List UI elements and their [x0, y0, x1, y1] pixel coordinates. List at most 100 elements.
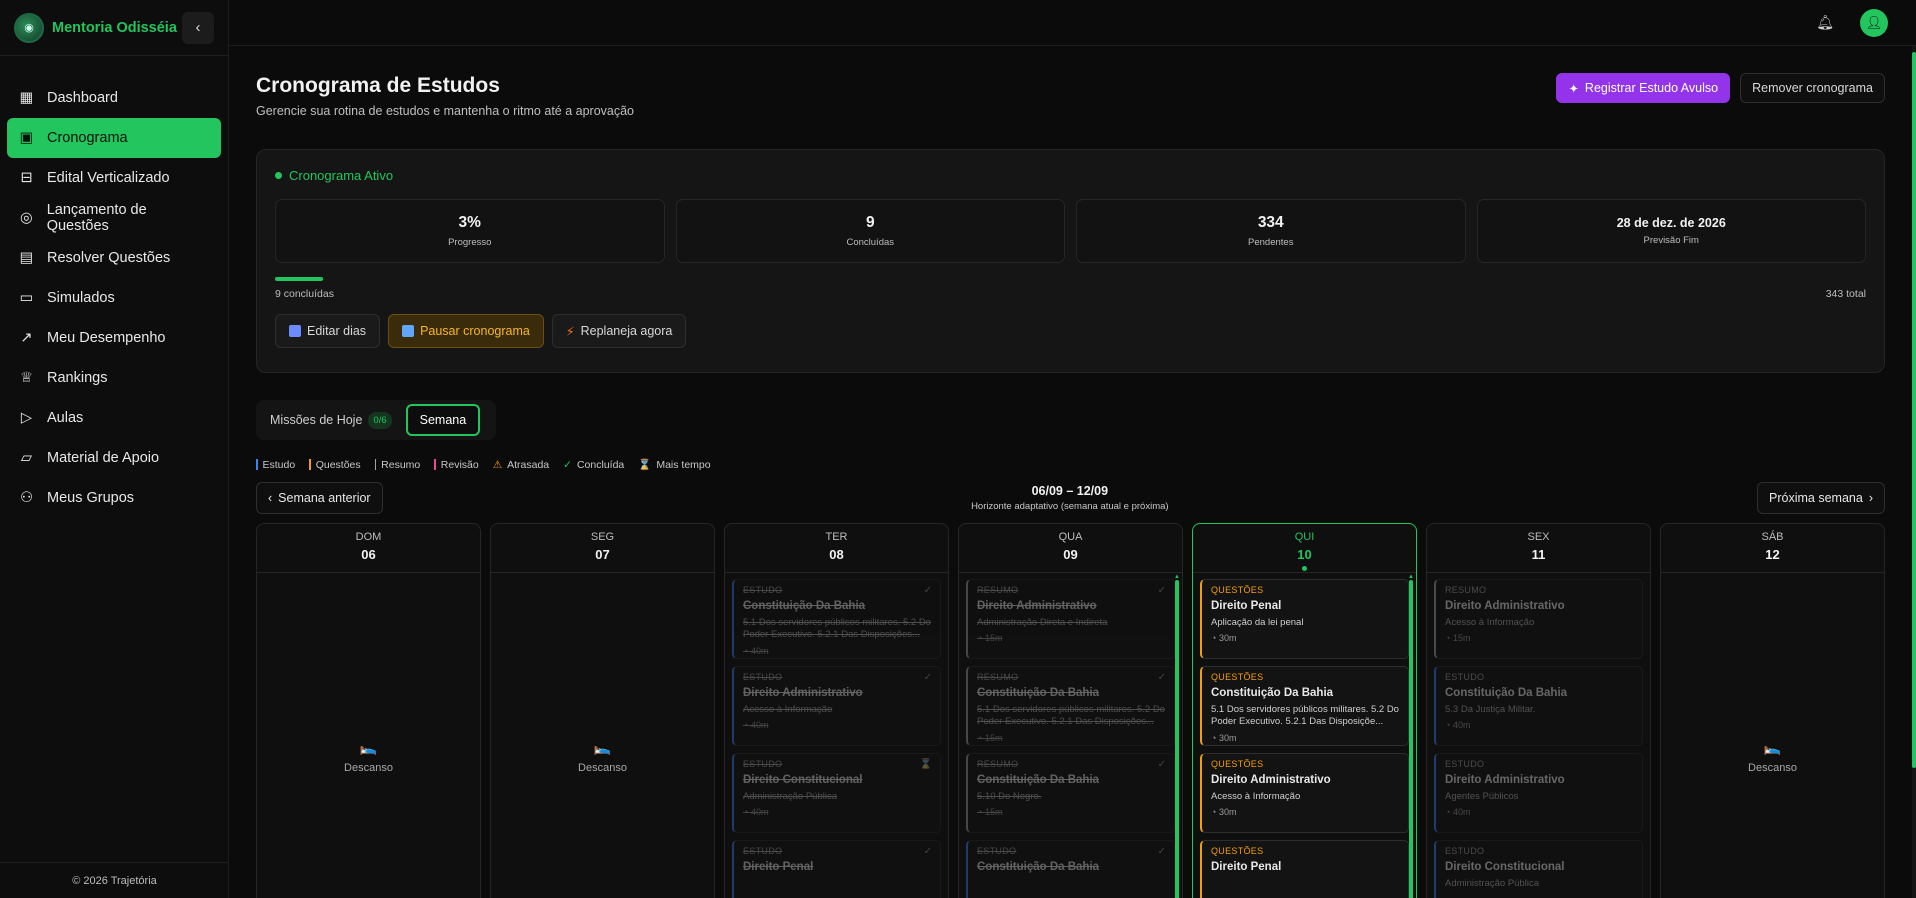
task-kind: ESTUDO: [743, 672, 783, 682]
task-card[interactable]: QUESTÕES Direito Administrativo Acesso à I…: [1200, 753, 1409, 833]
task-kind: ESTUDO: [743, 585, 783, 595]
bell-icon[interactable]: 🔔︎: [1816, 14, 1834, 31]
task-card[interactable]: ESTUDO Constituição Da Bahia 5.1 Dos servi…: [732, 579, 941, 659]
page-scrollbar-thumb[interactable]: [1912, 52, 1916, 768]
clock-icon: ◔: [743, 720, 751, 731]
remove-schedule-button[interactable]: Remover cronograma: [1740, 73, 1885, 103]
total-count: 343 total: [1825, 288, 1866, 300]
avatar[interactable]: 👤︎: [1860, 8, 1888, 37]
task-card[interactable]: ESTUDO Direito Constitucional Administraçã…: [1434, 840, 1643, 898]
rest-day: 🛌 Descanso: [491, 739, 714, 774]
page-title: Cronograma de Estudos: [256, 74, 500, 97]
stat-card: 3% Progresso: [275, 199, 665, 263]
task-topic: Administração Direta e Indireta: [977, 617, 1108, 628]
progress-fill: [275, 277, 323, 281]
stat-card: 9 Concluídas: [675, 199, 1065, 263]
dashboard-icon: ▦: [19, 90, 34, 106]
sidebar-footer: © 2026 Trajetória: [0, 862, 229, 898]
task-kind: QUESTÕES: [1211, 585, 1264, 595]
day-scrollbar[interactable]: [1409, 580, 1413, 898]
sidebar-item-material-de-apoio[interactable]: ▱ Material de Apoio: [7, 438, 221, 478]
sidebar-item-meu-desempenho[interactable]: ↗ Meu Desempenho: [7, 318, 221, 358]
task-card[interactable]: RESUMO Constituição Da Bahia 5.1 Dos servi…: [966, 666, 1175, 746]
sidebar-item-label: Cronograma: [47, 130, 128, 146]
task-title: Constituição Da Bahia: [977, 687, 1100, 699]
check-icon: ✓: [923, 672, 932, 683]
legend-color-bar: [434, 459, 436, 470]
hourglass-icon: ⌛: [919, 759, 932, 770]
day-header: QUI 10: [1193, 524, 1416, 573]
clock-icon: ◔: [1445, 720, 1453, 731]
task-card[interactable]: ESTUDO Constituição Da Bahia 5.3 Da Justiç…: [1434, 666, 1643, 746]
sidebar-item-aulas[interactable]: ▷ Aulas: [7, 398, 221, 438]
task-kind: QUESTÕES: [1211, 672, 1264, 682]
pause-schedule-button[interactable]: Pausar cronograma: [388, 314, 544, 348]
video-icon: ▷: [20, 410, 33, 426]
stat-label: Pendentes: [1248, 237, 1294, 248]
sidebar-item-lan-amento-de-quest-es[interactable]: ◎ Lançamento de Questões: [7, 198, 221, 238]
sidebar-item-dashboard[interactable]: ▦ Dashboard: [7, 78, 221, 118]
day-column-seg: SEG 07 🛌 Descanso: [490, 523, 715, 898]
sidebar-item-rankings[interactable]: ♕ Rankings: [7, 358, 221, 398]
day-header: DOM 06: [257, 524, 480, 573]
sidebar-item-label: Material de Apoio: [47, 450, 160, 466]
task-topic: 5.10 Do Negro.: [977, 791, 1042, 802]
sidebar-item-resolver-quest-es[interactable]: ▤ Resolver Questões: [7, 238, 221, 278]
task-card[interactable]: QUESTÕES Direito Penal: [1200, 840, 1409, 898]
legend-color-bar: [374, 459, 377, 470]
sidebar-item-cronograma[interactable]: ▣ Cronograma: [7, 118, 221, 158]
register-study-button[interactable]: ✦ Registrar Estudo Avulso: [1556, 73, 1731, 103]
task-card[interactable]: RESUMO Direito Administrativo Administraçã…: [966, 579, 1175, 659]
task-title: Direito Constitucional: [1445, 861, 1565, 873]
sidebar-item-simulados[interactable]: ▭ Simulados: [7, 278, 221, 318]
tab-today-label: Missões de Hoje: [270, 413, 363, 427]
edit-days-button[interactable]: Editar dias: [275, 314, 381, 348]
clock-icon: ◔: [743, 807, 751, 818]
day-scrollbar[interactable]: [1175, 580, 1179, 898]
task-title: Constituição Da Bahia: [977, 774, 1100, 786]
day-number: 11: [1531, 547, 1546, 562]
replan-button[interactable]: ⚡︎ Replaneja agora: [551, 314, 687, 348]
tab-today-missions[interactable]: Missões de Hoje 0/6: [270, 411, 392, 429]
previous-week-button[interactable]: ‹ Semana anterior: [256, 482, 383, 514]
task-title: Direito Administrativo: [977, 600, 1097, 612]
chevron-right-icon: ›: [1868, 491, 1873, 505]
task-topic: Acesso à Informação: [1211, 791, 1301, 802]
task-card[interactable]: ESTUDO Constituição Da Bahia ✓: [966, 840, 1175, 898]
next-week-button[interactable]: Próxima semana ›: [1757, 482, 1885, 514]
chevron-left-icon: ‹: [195, 19, 201, 36]
sidebar-item-label: Edital Verticalizado: [47, 170, 170, 186]
sidebar-item-label: Meus Grupos: [47, 490, 135, 506]
collapse-sidebar-button[interactable]: ‹: [182, 11, 214, 44]
task-card[interactable]: RESUMO Constituição Da Bahia 5.10 Do Negro…: [966, 753, 1175, 833]
pause-icon: [402, 325, 415, 337]
sidebar-item-meus-grupos[interactable]: ⚇ Meus Grupos: [7, 478, 221, 518]
sidebar-item-edital-verticalizado[interactable]: ⊟ Edital Verticalizado: [7, 158, 221, 198]
task-card[interactable]: QUESTÕES Direito Penal Aplicação da lei pe…: [1200, 579, 1409, 659]
task-card[interactable]: ESTUDO Direito Penal ✓: [732, 840, 941, 898]
stat-label: Progresso: [448, 237, 492, 248]
clock-icon: ◔: [977, 732, 985, 743]
day-column-sáb: SÁB 12 🛌 Descanso: [1660, 523, 1885, 898]
task-card[interactable]: QUESTÕES Constituição Da Bahia 5.1 Dos ser…: [1200, 666, 1409, 746]
tab-week[interactable]: Semana: [405, 404, 481, 436]
main-content: 🔔︎ 👤︎ Cronograma de Estudos Gerencie sua…: [229, 0, 1916, 898]
task-card[interactable]: ESTUDO Direito Administrativo Acesso à Inf…: [732, 666, 941, 746]
day-name: SÁB: [1761, 531, 1784, 543]
day-header: SÁB 12: [1661, 524, 1884, 573]
task-topic: Administração Pública: [743, 791, 837, 802]
rest-label: Descanso: [1748, 762, 1797, 774]
task-card[interactable]: RESUMO Direito Administrativo Acesso à Inf…: [1434, 579, 1643, 659]
task-card[interactable]: ESTUDO Direito Constitucional Administraçã…: [732, 753, 941, 833]
page-subtitle: Gerencie sua rotina de estudos e mantenh…: [256, 104, 635, 118]
task-duration: ◔ 40m: [743, 720, 931, 730]
clock-icon: ◔: [977, 807, 985, 818]
chevron-left-icon: ‹: [268, 491, 273, 505]
clock-icon: ◔: [1211, 807, 1219, 818]
task-card[interactable]: ESTUDO Direito Administrativo Agentes Públ…: [1434, 753, 1643, 833]
sidebar: ◉ Mentoria Odisséia ‹ ▦ Dashboard ▣ Cronogr…: [0, 0, 229, 898]
task-title: Constituição Da Bahia: [977, 861, 1100, 873]
task-duration: ◔ 30m: [1211, 633, 1399, 643]
day-column-dom: DOM 06 🛌 Descanso: [256, 523, 481, 898]
day-name: QUI: [1294, 531, 1315, 543]
